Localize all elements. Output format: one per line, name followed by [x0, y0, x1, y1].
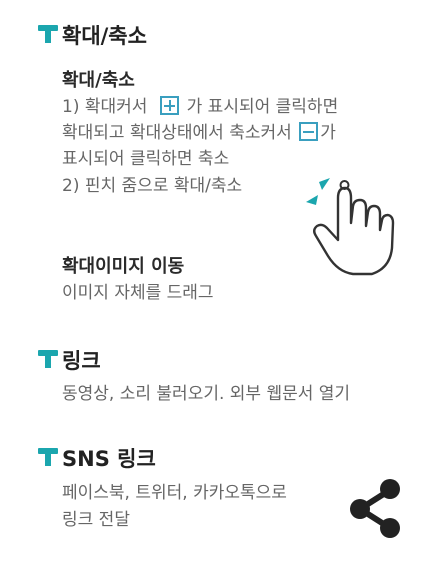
link-text: 동영상, 소리 불러오기. 외부 웹문서 열기: [62, 384, 351, 404]
zoom-line-2: 확대되고 확대상태에서 축소커서 가: [62, 122, 336, 144]
subtitle-zoom: 확대/축소: [62, 70, 135, 91]
minus-box-icon: [299, 122, 319, 141]
zoom-line-2-text-b: 가: [320, 123, 336, 143]
section-title-zoom: 확대/축소: [62, 24, 147, 48]
section-title-link: 링크: [62, 349, 101, 373]
plus-box-icon: [160, 96, 180, 115]
zoom-line-1-text-a: 1) 확대커서: [62, 97, 148, 117]
section-title-sns: SNS 링크: [62, 447, 156, 471]
zoom-line-3: 표시되어 클릭하면 축소: [62, 149, 230, 169]
zoom-line-1-text-b: 가 표시되어 클릭하면: [186, 97, 339, 117]
subtitle-move: 확대이미지 이동: [62, 256, 185, 277]
pin-icon: [38, 350, 58, 368]
zoom-line-1: 1) 확대커서 가 표시되어 클릭하면: [62, 96, 338, 118]
pinch-hand-icon: [306, 178, 395, 276]
pin-icon: [38, 448, 58, 466]
sns-line-2: 링크 전달: [62, 510, 130, 530]
zoom-line-4: 2) 핀치 줌으로 확대/축소: [62, 176, 243, 196]
pin-icon: [38, 25, 58, 43]
move-text: 이미지 자체를 드래그: [62, 283, 214, 303]
sns-line-1: 페이스북, 트위터, 카카오톡으로: [62, 483, 287, 503]
share-icon: [350, 479, 400, 538]
zoom-line-2-text-a: 확대되고 확대상태에서 축소커서: [62, 123, 292, 143]
